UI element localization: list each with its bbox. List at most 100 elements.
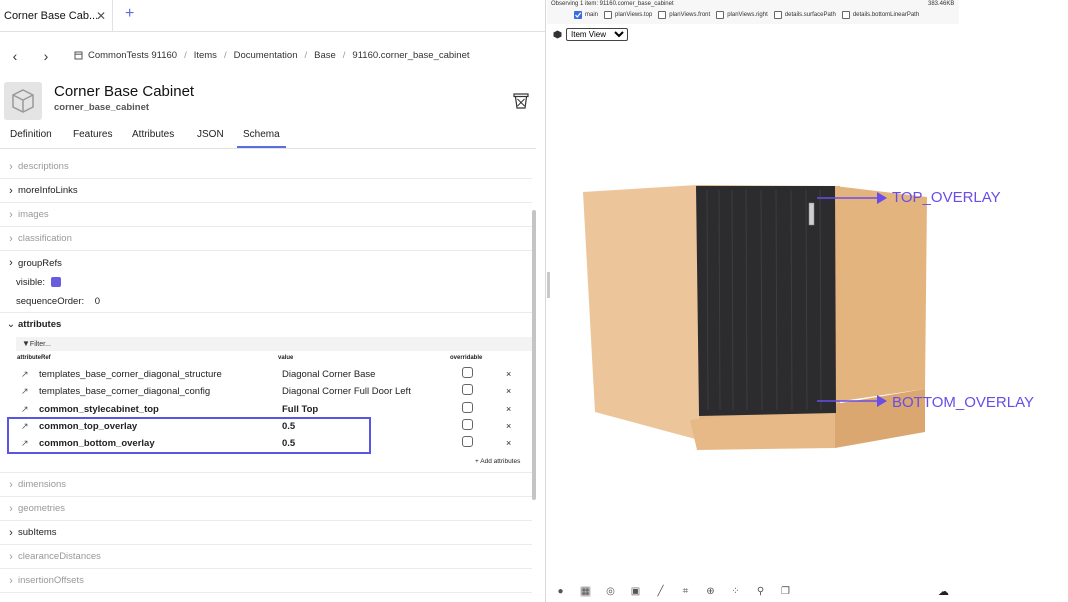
cabinet-door xyxy=(696,186,836,416)
chevron-right-icon: › xyxy=(9,478,13,491)
remove-attribute-button[interactable]: × xyxy=(506,386,511,396)
remove-attribute-button[interactable]: × xyxy=(506,369,511,379)
breadcrumb-item[interactable]: Items xyxy=(194,50,217,61)
tab-schema[interactable]: Schema xyxy=(237,129,286,148)
section-classification[interactable]: › classification xyxy=(0,227,532,251)
section-label: subItems xyxy=(18,527,57,538)
tab-title: Corner Base Cab... xyxy=(4,10,99,22)
tab-features[interactable]: Features xyxy=(73,129,112,140)
chevron-right-icon: › xyxy=(9,208,13,221)
navigation-bar: ‹ › CommonTests 91160 / Items / Document… xyxy=(0,44,545,70)
highlight-box xyxy=(7,417,371,454)
trash-icon[interactable] xyxy=(512,92,530,110)
section-label: classification xyxy=(18,233,72,244)
chevron-right-icon: › xyxy=(9,160,13,173)
section-geometries[interactable]: › geometries xyxy=(0,497,532,521)
breadcrumb-item[interactable]: 91160.corner_base_cabinet xyxy=(352,50,469,61)
chevron-down-icon: ⌄ xyxy=(6,318,16,330)
breadcrumb-separator: / xyxy=(223,50,227,61)
filter-placeholder: Filter... xyxy=(29,341,51,348)
column-header-value: value xyxy=(278,355,294,361)
door-handle xyxy=(808,202,815,226)
breadcrumb-item[interactable]: Documentation xyxy=(234,50,298,61)
external-link-icon[interactable]: ↗ xyxy=(21,404,29,415)
tab-attributes[interactable]: Attributes xyxy=(132,129,174,140)
table-row: ↗ templates_base_corner_diagonal_structu… xyxy=(0,367,532,384)
attribute-value: Diagonal Corner Full Door Left xyxy=(282,386,411,397)
section-subitems[interactable]: › subItems xyxy=(0,521,532,545)
item-thumbnail xyxy=(4,82,42,120)
attribute-ref[interactable]: common_stylecabinet_top xyxy=(39,404,159,415)
overridable-checkbox[interactable] xyxy=(462,402,473,413)
visible-checkbox[interactable] xyxy=(50,277,61,288)
visible-label: visible: xyxy=(16,277,46,288)
column-header-attributeref: attributeRef xyxy=(17,355,51,361)
breadcrumb-item[interactable]: Base xyxy=(314,50,336,61)
document-tab[interactable]: Corner Base Cab... ✕ xyxy=(0,0,113,32)
breadcrumb-item[interactable]: CommonTests 91160 xyxy=(88,50,177,61)
filter-icon: ▼ xyxy=(22,339,30,348)
section-clearancedistances[interactable]: › clearanceDistances xyxy=(0,545,532,569)
overridable-checkbox[interactable] xyxy=(462,419,473,430)
tab-bar: Corner Base Cab... ✕ + xyxy=(0,0,545,32)
target-icon[interactable]: ⊕ xyxy=(705,586,716,597)
external-link-icon[interactable]: ↗ xyxy=(21,369,29,380)
attribute-ref[interactable]: templates_base_corner_diagonal_structure xyxy=(39,369,222,380)
pin-icon[interactable]: ⚲ xyxy=(755,586,766,597)
section-moreinfolinks[interactable]: › moreInfoLinks xyxy=(0,179,532,203)
cabinet-3d-view[interactable] xyxy=(547,0,1068,600)
section-attributes[interactable]: ⌄ attributes xyxy=(0,312,532,336)
remove-attribute-button[interactable]: × xyxy=(506,421,511,431)
section-dimensions[interactable]: › dimensions xyxy=(0,473,532,497)
section-images[interactable]: › images xyxy=(0,203,532,227)
filter-input[interactable]: ▼Filter... xyxy=(16,337,536,351)
dots-grid-icon[interactable]: ⁘ xyxy=(730,586,741,597)
chevron-right-icon: › xyxy=(9,574,13,587)
tab-definition[interactable]: Definition xyxy=(10,129,52,140)
remove-attribute-button[interactable]: × xyxy=(506,404,511,414)
cube-view-icon[interactable]: ▣ xyxy=(630,586,641,597)
attribute-ref[interactable]: templates_base_corner_diagonal_config xyxy=(39,386,210,397)
overridable-checkbox[interactable] xyxy=(462,367,473,378)
cabinet-right-side xyxy=(835,186,927,402)
section-label: insertionOffsets xyxy=(18,575,84,586)
palette-icon[interactable]: ● xyxy=(555,586,566,597)
crop-icon[interactable]: ⌗ xyxy=(680,586,691,597)
viewer-bottom-toolbar: ● ▦ ◎ ▣ ╱ ⌗ ⊕ ⁘ ⚲ ❐ xyxy=(555,586,791,597)
page-subtitle: corner_base_cabinet xyxy=(54,102,150,113)
folder-icon xyxy=(74,51,83,60)
section-descriptions[interactable]: › descriptions xyxy=(0,155,532,179)
compass-icon[interactable]: ◎ xyxy=(605,586,616,597)
section-label: groupRefs xyxy=(18,257,62,269)
back-arrow-icon[interactable]: ‹ xyxy=(7,44,23,68)
overridable-checkbox[interactable] xyxy=(462,436,473,447)
cube-icon xyxy=(12,89,34,113)
item-tabs: Definition Features Attributes JSON Sche… xyxy=(0,127,536,149)
overridable-checkbox[interactable] xyxy=(462,384,473,395)
gallery-icon[interactable]: ❐ xyxy=(780,586,791,597)
add-attributes-button[interactable]: + Add attributes xyxy=(475,458,520,465)
breadcrumb-separator: / xyxy=(304,50,308,61)
remove-attribute-button[interactable]: × xyxy=(506,438,511,448)
external-link-icon[interactable]: ↗ xyxy=(21,386,29,397)
top-overlay-annotation: TOP_OVERLAY xyxy=(892,189,1001,206)
page-title: Corner Base Cabinet xyxy=(54,83,195,100)
chevron-right-icon: › xyxy=(9,184,13,197)
breadcrumb: CommonTests 91160 / Items / Documentatio… xyxy=(74,50,470,61)
close-icon[interactable]: ✕ xyxy=(96,9,106,23)
section-grouprefs[interactable]: › groupRefs xyxy=(0,251,532,275)
tab-json[interactable]: JSON xyxy=(197,129,224,140)
section-label: moreInfoLinks xyxy=(18,185,78,196)
grid-icon[interactable]: ▦ xyxy=(580,586,591,597)
section-label: clearanceDistances xyxy=(18,551,101,562)
cloud-upload-icon[interactable]: ☁ xyxy=(938,585,949,598)
viewer-panel: Observing 1 item: 91160.corner_base_cabi… xyxy=(547,0,1068,602)
forward-arrow-icon[interactable]: › xyxy=(38,44,54,68)
left-panel: Corner Base Cab... ✕ + ‹ › CommonTests 9… xyxy=(0,0,546,602)
section-insertionoffsets[interactable]: › insertionOffsets xyxy=(0,569,532,593)
scrollbar[interactable] xyxy=(532,210,536,500)
brush-icon[interactable]: ╱ xyxy=(655,586,666,597)
add-tab-icon[interactable]: + xyxy=(125,5,134,23)
section-label: attributes xyxy=(18,318,62,330)
section-label: descriptions xyxy=(18,161,69,172)
